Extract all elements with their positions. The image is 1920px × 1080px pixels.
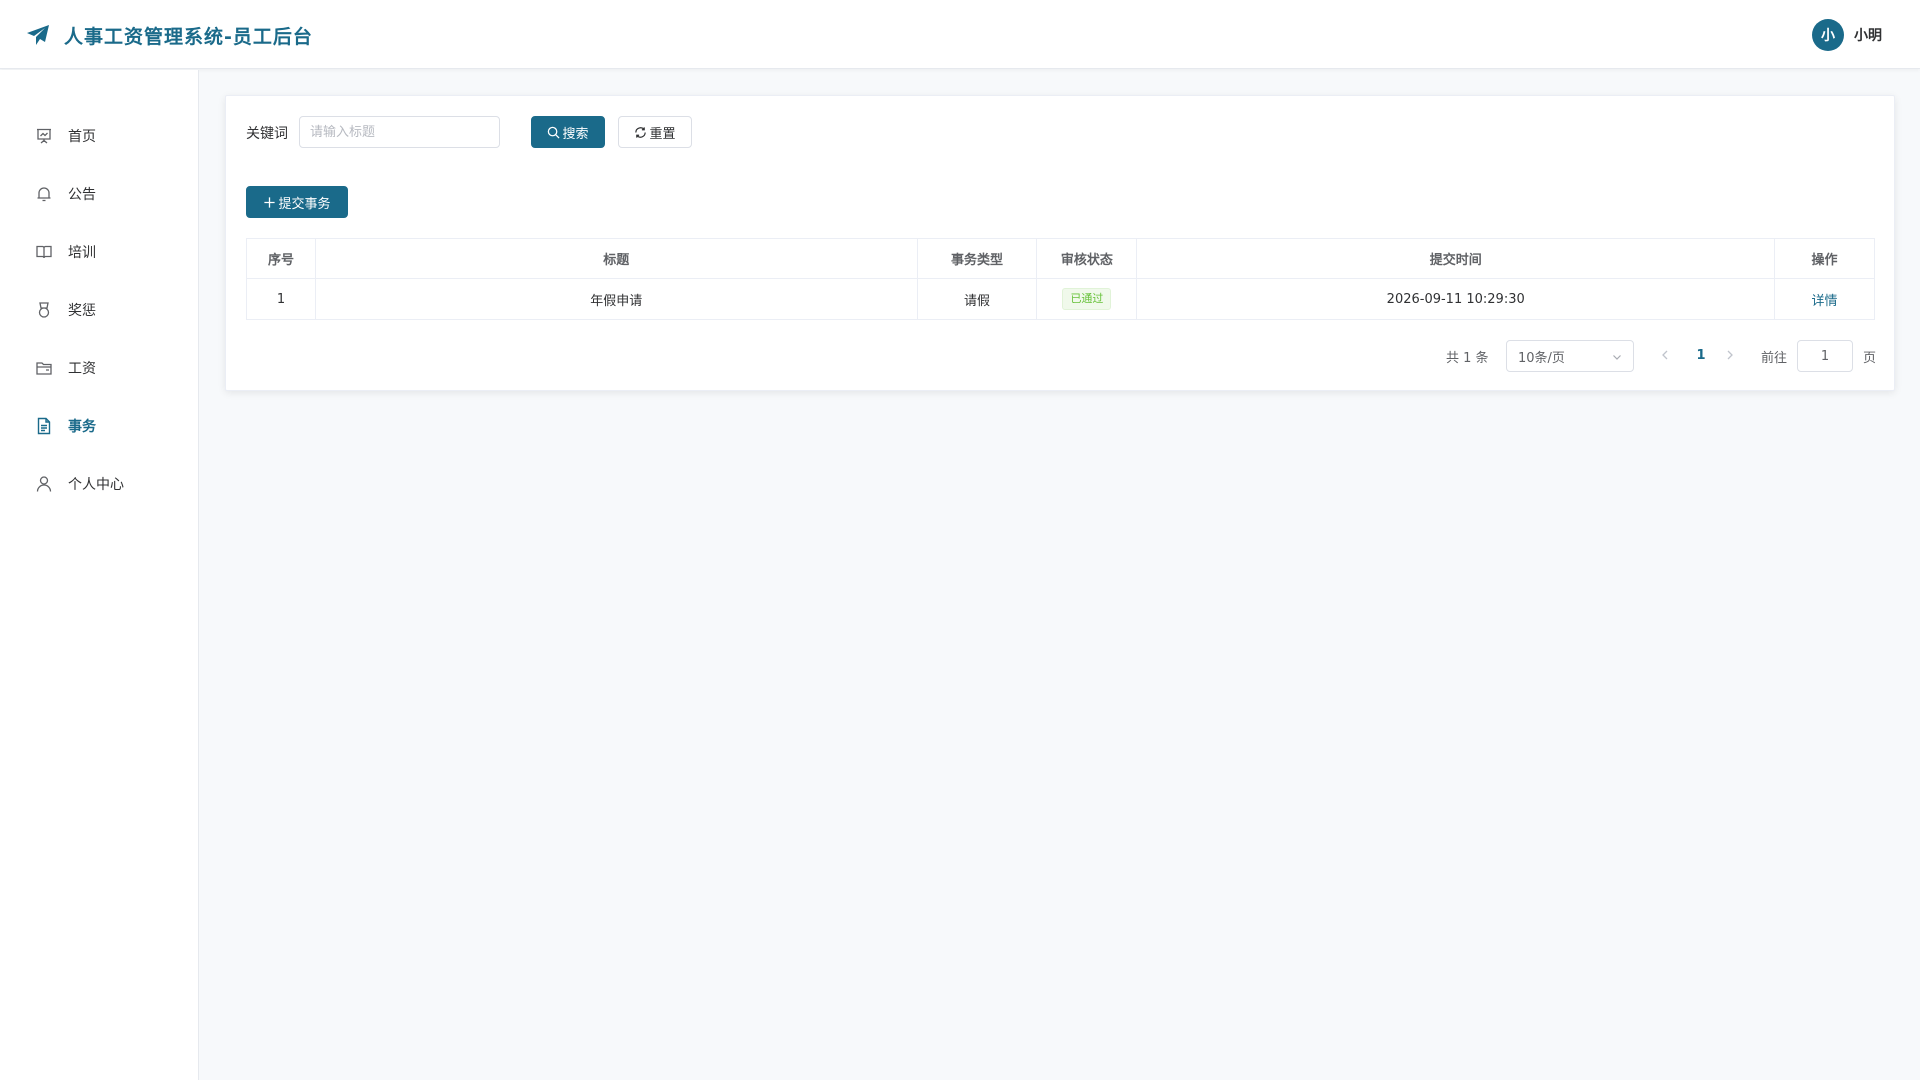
medal-icon	[38, 302, 50, 318]
sidebar-item-label: 工资	[68, 361, 96, 377]
main-content: 关键词 搜索 重置 提交事务 序号 标题 事务	[200, 70, 1920, 1080]
next-page-icon[interactable]	[1723, 348, 1737, 362]
column-header: 审核状态	[1036, 238, 1138, 279]
sidebar-item-affairs[interactable]: 事务	[0, 406, 199, 446]
submit-affair-button[interactable]: 提交事务	[246, 186, 348, 218]
sidebar-item-training[interactable]: 培训	[0, 232, 199, 272]
row-title: 年假申请	[314, 278, 918, 320]
sidebar-item-label: 奖惩	[68, 303, 96, 319]
search-icon	[548, 126, 561, 139]
keyword-label: 关键词	[246, 126, 288, 142]
submit-affair-label: 提交事务	[278, 196, 331, 212]
book-icon	[36, 245, 52, 259]
details-link[interactable]: 详情	[1812, 294, 1838, 309]
page-size-select[interactable]: 10条/页	[1506, 340, 1634, 372]
current-page[interactable]: 1	[1691, 340, 1711, 372]
sidebar-item-label: 培训	[68, 245, 96, 261]
sidebar-item-label: 事务	[68, 419, 96, 435]
prev-page-icon[interactable]	[1658, 348, 1672, 362]
folder-icon	[36, 362, 52, 375]
sidebar-item-salary[interactable]: 工资	[0, 348, 199, 388]
document-icon	[37, 417, 51, 435]
row-type: 请假	[916, 278, 1038, 320]
sidebar-item-rewards[interactable]: 奖惩	[0, 290, 199, 330]
refresh-icon	[635, 126, 647, 138]
column-header: 操作	[1774, 238, 1875, 279]
search-button-label: 搜索	[562, 126, 589, 142]
search-input[interactable]	[299, 116, 500, 148]
user-icon	[36, 476, 52, 492]
presentation-chart-icon	[37, 128, 51, 144]
goto-suffix: 页	[1863, 350, 1877, 366]
bell-icon	[37, 187, 51, 202]
sidebar-item-label: 首页	[68, 129, 96, 145]
affairs-card: 关键词 搜索 重置 提交事务 序号 标题 事务	[225, 95, 1895, 391]
reset-button-label: 重置	[649, 126, 676, 142]
search-button[interactable]: 搜索	[531, 116, 605, 148]
row-time: 2026-09-11 10:29:30	[1136, 278, 1776, 320]
username[interactable]: 小明	[1854, 25, 1882, 45]
paper-plane-icon	[27, 25, 49, 45]
column-header: 提交时间	[1136, 238, 1776, 279]
sidebar-item-home[interactable]: 首页	[0, 116, 199, 156]
sidebar-item-label: 公告	[68, 187, 96, 203]
app-title: 人事工资管理系统-员工后台	[64, 26, 313, 48]
sidebar-item-profile[interactable]: 个人中心	[0, 464, 199, 504]
reset-button[interactable]: 重置	[618, 116, 692, 148]
avatar[interactable]: 小	[1812, 19, 1844, 51]
user-menu[interactable]: 小 小明	[1812, 19, 1882, 51]
plus-icon	[264, 196, 276, 208]
goto-page-input[interactable]	[1797, 340, 1853, 372]
table-row: 1 年假申请 请假 已通过 2026-09-11 10:29:30 详情	[246, 278, 1875, 320]
goto-label: 前往	[1761, 350, 1788, 366]
affairs-table: 序号 标题 事务类型 审核状态 提交时间 操作 1 年假申请 请假 已通过 20…	[246, 238, 1875, 320]
row-index: 1	[246, 278, 316, 320]
column-header: 标题	[314, 238, 918, 279]
table-header-row: 序号 标题 事务类型 审核状态 提交时间 操作	[246, 238, 1875, 279]
column-header: 事务类型	[916, 238, 1038, 279]
pagination-total: 共 1 条	[1446, 350, 1489, 366]
sidebar-item-notice[interactable]: 公告	[0, 174, 199, 214]
row-status-cell: 已通过	[1036, 278, 1138, 320]
top-header: 人事工资管理系统-员工后台 小 小明	[0, 0, 1920, 69]
chevron-down-icon	[1613, 355, 1621, 360]
sidebar: 首页 公告 培训 奖惩 工资 事务 个人中心	[0, 70, 199, 1080]
sidebar-item-label: 个人中心	[68, 477, 124, 493]
column-header: 序号	[246, 238, 316, 279]
page-size-value: 10条/页	[1518, 350, 1565, 366]
row-action-cell: 详情	[1774, 278, 1875, 320]
status-badge: 已通过	[1062, 288, 1112, 310]
